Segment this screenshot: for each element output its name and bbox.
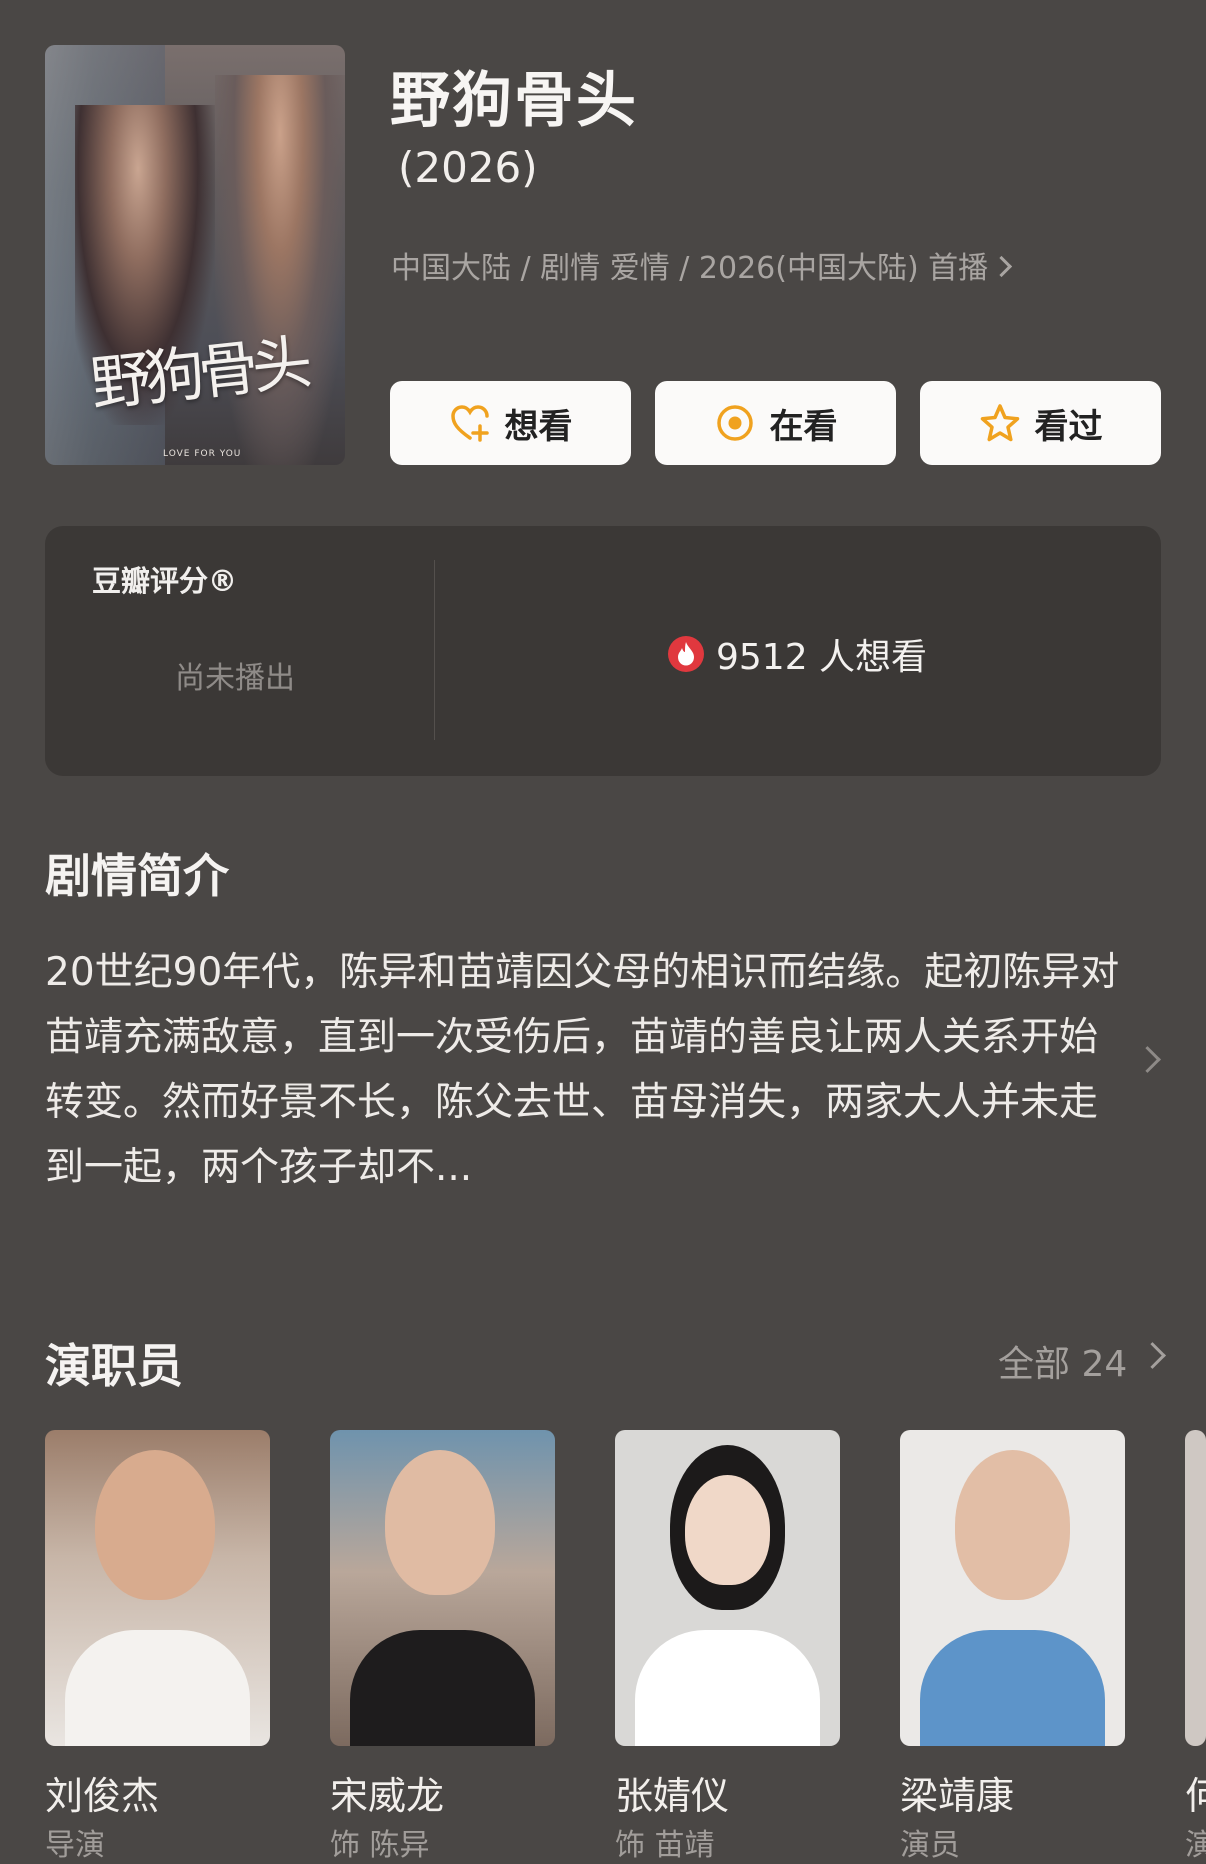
want-count[interactable]: 9512 人想看 [668,628,927,680]
cast-name[interactable]: 刘俊杰 [45,1765,159,1820]
cast-photo[interactable] [900,1430,1125,1746]
want-to-watch-label: 想看 [504,406,573,447]
chevron-right-icon[interactable] [1139,1342,1166,1369]
watching-button[interactable]: 在看 [655,381,896,465]
cast-photo-body [350,1630,535,1746]
chevron-right-icon[interactable] [1134,1046,1161,1073]
want-to-watch-button[interactable]: 想看 [390,381,631,465]
watched-button[interactable]: 看过 [920,381,1161,465]
cast-name[interactable]: 宋威龙 [330,1765,444,1820]
cast-name[interactable]: 何 [1185,1765,1206,1820]
cast-photo[interactable] [330,1430,555,1746]
cast-photo-body [635,1630,820,1746]
cast-photo[interactable] [615,1430,840,1746]
rating-divider [434,560,435,740]
cast-name[interactable]: 梁靖康 [900,1765,1014,1820]
heart-plus-icon [450,405,489,442]
movie-meta-text: 中国大陆 / 剧情 爱情 / 2026(中国大陆) 首播 [391,251,989,286]
cast-role: 饰 陈异 [330,1828,430,1863]
cast-photo[interactable] [1185,1430,1206,1746]
circle-dot-icon [716,405,753,441]
cast-heading: 演职员 [45,1339,183,1393]
synopsis-heading: 剧情简介 [45,849,229,903]
cast-photo-head [685,1475,770,1585]
cast-role: 演 [1185,1828,1206,1863]
cast-role: 饰 苗靖 [615,1828,715,1863]
cast-role: 演员 [900,1828,960,1863]
page-title: 野狗骨头 [390,66,638,136]
movie-meta-link[interactable]: 中国大陆 / 剧情 爱情 / 2026(中国大陆) 首播 [391,243,1013,287]
want-count-text: 9512 人想看 [716,637,928,678]
watched-label: 看过 [1034,406,1103,447]
cast-photo-head [95,1450,215,1600]
fire-icon [668,636,704,672]
cast-photo[interactable] [45,1430,270,1746]
cast-photo-head [955,1450,1070,1600]
rating-status: 尚未播出 [175,661,295,696]
poster-image[interactable]: 野狗骨头 LOVE FOR YOU [45,45,345,465]
star-icon [980,404,1019,442]
watching-label: 在看 [769,406,838,447]
chevron-right-icon [991,255,1013,278]
release-year: (2026) [398,143,538,192]
cast-photo-body [920,1630,1105,1746]
poster-tagline: LOVE FOR YOU [163,449,242,459]
cast-all-link[interactable]: 全部 24 [998,1335,1127,1387]
cast-photo-body [65,1630,250,1746]
cast-name[interactable]: 张婧仪 [615,1765,729,1820]
cast-role: 导演 [45,1828,105,1863]
douban-rating-label: 豆瓣评分® [92,564,238,598]
synopsis-text[interactable]: 20世纪90年代，陈异和苗靖因父母的相识而结缘。起初陈异对苗靖充满敌意，直到一次… [45,940,1125,1200]
cast-photo-head [385,1450,495,1595]
